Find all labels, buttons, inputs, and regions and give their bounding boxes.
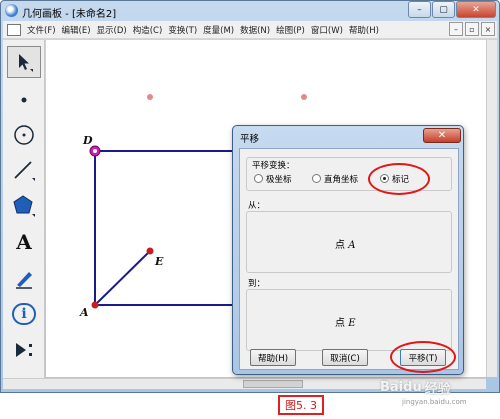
label-A[interactable]: A [79, 306, 89, 319]
menu-help[interactable]: 帮助(H) [346, 24, 382, 36]
close-button[interactable]: ✕ [456, 1, 496, 18]
vertical-scrollbar[interactable] [486, 40, 497, 377]
document-icon[interactable] [7, 23, 21, 36]
faint-point[interactable] [301, 94, 307, 100]
point-D-center [93, 149, 97, 153]
text-tool[interactable]: A [7, 226, 41, 258]
from-point-name: A [348, 240, 356, 251]
help-button[interactable]: 帮助(H) [250, 349, 296, 366]
information-tool[interactable]: i [7, 298, 41, 330]
menu-bar: 文件(F) 编辑(E) 显示(D) 构造(C) 变换(T) 度量(M) 数据(N… [3, 21, 497, 39]
radio-rectangular[interactable] [312, 174, 321, 183]
app-icon [5, 4, 18, 17]
menu-construct[interactable]: 构造(C) [130, 24, 166, 36]
straightedge-tool[interactable] [7, 154, 41, 186]
figure-caption: 图5. 3 [278, 395, 324, 415]
dialog-body: 平移变换： 极坐标 直角坐标 标记 从： 点 A 到： 点 E 帮助(H) 取消… [239, 148, 459, 373]
point-A[interactable] [91, 301, 99, 309]
minimize-button[interactable]: – [408, 1, 431, 18]
label-D[interactable]: D [82, 134, 93, 147]
point-tool[interactable] [7, 84, 41, 116]
horizontal-scroll-thumb[interactable] [243, 380, 303, 388]
watermark-tail: 经验 [424, 381, 451, 397]
arrow-select-tool[interactable] [7, 46, 41, 78]
faint-point[interactable] [147, 94, 153, 100]
menu-edit[interactable]: 编辑(E) [59, 24, 94, 36]
point-E[interactable] [146, 247, 154, 255]
menu-display[interactable]: 显示(D) [94, 24, 130, 36]
compass-tool[interactable] [7, 119, 41, 151]
watermark-url: jingyan.baidu.com [402, 398, 467, 406]
highlight-ring-translate [390, 341, 456, 373]
label-E[interactable]: E [154, 255, 164, 268]
translate-dialog: 平移 ✕ 平移变换： 极坐标 直角坐标 标记 从： 点 A 到： 点 E 帮助(… [232, 125, 464, 375]
circle-icon [14, 125, 34, 145]
to-point-name: E [348, 318, 356, 329]
title-bar: 几何画板 - [未命名2] – ▢ ✕ [0, 0, 500, 22]
menu-data[interactable]: 数据(N) [237, 24, 273, 36]
from-label: 从： [248, 201, 266, 211]
radio-polar-label[interactable]: 极坐标 [266, 173, 292, 185]
maximize-button[interactable]: ▢ [432, 1, 455, 18]
info-icon: i [12, 303, 36, 325]
window-title: 几何画板 - [未命名2] [22, 9, 117, 20]
watermark-paw: du [403, 379, 422, 395]
cancel-button[interactable]: 取消(C) [322, 349, 368, 366]
to-value: 点 E [335, 318, 356, 329]
menu-window[interactable]: 窗口(W) [308, 24, 346, 36]
doc-restore-button[interactable]: ▫ [465, 22, 479, 36]
doc-minimize-button[interactable]: – [449, 22, 463, 36]
marker-tool[interactable] [7, 262, 41, 294]
line-segment-icon [14, 161, 35, 181]
polygon-tool[interactable] [7, 190, 41, 222]
menu-graph[interactable]: 绘图(P) [273, 24, 308, 36]
radio-polar[interactable] [254, 174, 263, 183]
segment-AE[interactable] [94, 250, 151, 306]
from-box: 点 A [246, 211, 452, 273]
menu-measure[interactable]: 度量(M) [200, 24, 237, 36]
dialog-close-button[interactable]: ✕ [423, 128, 461, 143]
point-icon [21, 97, 27, 103]
custom-tool[interactable] [7, 334, 41, 366]
arrow-icon [19, 54, 33, 72]
menu-file[interactable]: 文件(F) [24, 24, 59, 36]
watermark-logo: Bai [380, 379, 404, 395]
dialog-title: 平移 [240, 134, 260, 145]
highlight-ring-marked [368, 163, 430, 195]
from-value: 点 A [335, 240, 356, 251]
doc-close-button[interactable]: × [481, 22, 495, 36]
pen-icon [16, 272, 32, 289]
radio-rectangular-label[interactable]: 直角坐标 [324, 173, 358, 185]
play-more-icon [16, 343, 32, 357]
transform-type-label: 平移变换： [252, 161, 295, 171]
toolbox: A i [3, 40, 45, 378]
document-window-controls: – ▫ × [449, 22, 495, 36]
polygon-icon [13, 195, 35, 217]
menu-transform[interactable]: 变换(T) [165, 24, 200, 36]
to-label: 到： [248, 279, 266, 289]
